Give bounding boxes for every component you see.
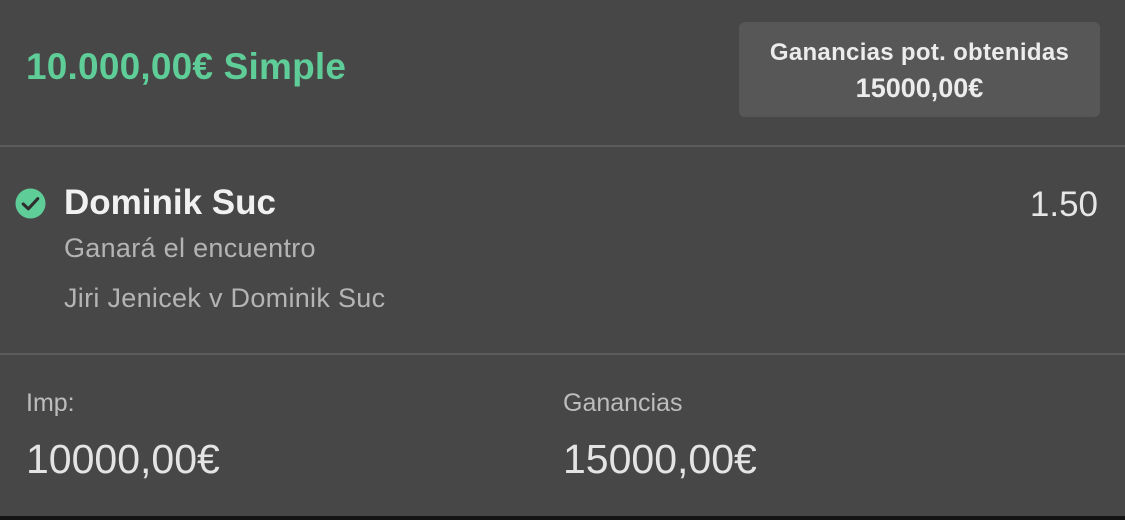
returns-label: Ganancias	[563, 389, 683, 417]
potential-returns-label: Ganancias pot. obtenidas	[769, 39, 1070, 66]
returns-value: 15000,00€	[563, 436, 757, 482]
stake-label: Imp:	[26, 389, 75, 417]
stake-value: 10000,00€	[26, 436, 220, 482]
potential-returns-value: 15000,00€	[855, 73, 984, 103]
bet-card: 10.000,00€ Simple Ganancias pot. obtenid…	[0, 0, 1125, 516]
check-circle-icon	[15, 188, 46, 219]
divider	[0, 353, 1125, 355]
selection-name: Dominik Suc	[64, 183, 276, 222]
selection-odds: 1.50	[1029, 185, 1098, 224]
divider	[0, 145, 1125, 147]
selection-market: Ganará el encuentro	[64, 233, 316, 263]
bet-header-title: 10.000,00€ Simple	[26, 46, 347, 87]
selection-event: Jiri Jenicek v Dominik Suc	[64, 283, 386, 313]
potential-returns-box: Ganancias pot. obtenidas 15000,00€	[739, 22, 1100, 117]
bottom-edge	[0, 516, 1125, 520]
